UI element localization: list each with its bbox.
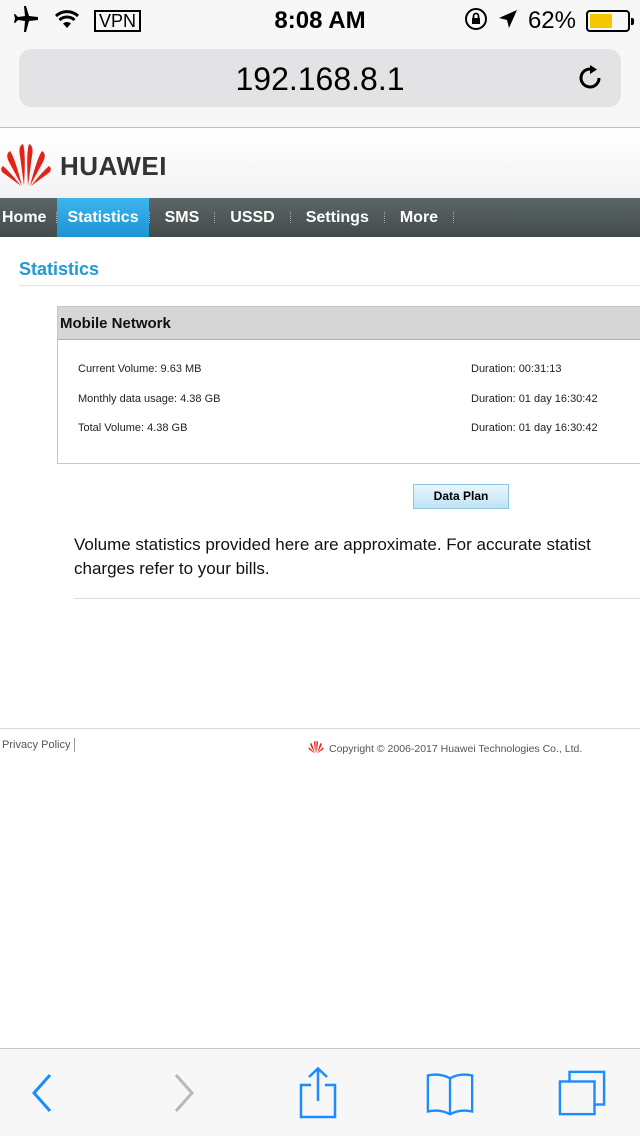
brand-name: HUAWEI [60, 151, 167, 181]
bookmarks-icon[interactable] [426, 1069, 474, 1117]
address-bar[interactable]: 192.168.8.1 [19, 49, 621, 107]
brand-header: HUAWEI [0, 130, 640, 198]
battery-icon [586, 10, 634, 32]
panel-heading: Mobile Network [58, 307, 640, 340]
huawei-small-logo-icon [307, 740, 325, 757]
status-bar: VPN 8:08 AM 62% [0, 0, 640, 42]
browser-url-area: 192.168.8.1 [0, 42, 640, 128]
reload-icon[interactable] [575, 63, 605, 93]
nav-settings[interactable]: Settings [291, 198, 384, 237]
note-divider [74, 598, 640, 599]
url-text[interactable]: 192.168.8.1 [19, 61, 621, 97]
mobile-network-panel: Mobile Network Current Volume: 9.63 MB D… [57, 306, 640, 464]
wifi-icon [54, 9, 80, 34]
vpn-badge: VPN [94, 10, 142, 32]
nav-more[interactable]: More [385, 198, 453, 237]
nav-home[interactable]: Home [0, 198, 56, 237]
privacy-policy-link[interactable]: Privacy Policy [2, 738, 76, 752]
airplane-icon [12, 5, 40, 37]
stat-row: Total Volume: 4.38 GB Duration: 01 day 1… [78, 422, 598, 434]
copyright-text: Copyright © 2006-2017 Huawei Technologie… [329, 742, 583, 755]
total-duration: Duration: 01 day 16:30:42 [471, 422, 598, 434]
volume-note: Volume statistics provided here are appr… [74, 533, 640, 581]
nav-statistics[interactable]: Statistics [57, 198, 149, 237]
battery-level [590, 14, 613, 28]
huawei-logo-icon [0, 142, 52, 188]
share-icon[interactable] [294, 1067, 342, 1119]
nav-sms[interactable]: SMS [150, 198, 215, 237]
browser-toolbar [0, 1048, 640, 1136]
note-line: Volume statistics provided here are appr… [74, 535, 591, 554]
page-title: Statistics [19, 259, 100, 279]
location-icon [498, 9, 518, 34]
note-line: charges refer to your bills. [74, 559, 270, 578]
current-volume: Current Volume: 9.63 MB [78, 363, 202, 375]
stat-row: Monthly data usage: 4.38 GB Duration: 01… [78, 393, 598, 405]
battery-percent: 62% [527, 7, 576, 34]
forward-icon[interactable] [160, 1069, 208, 1117]
footer-divider [0, 728, 640, 729]
copyright: Copyright © 2006-2017 Huawei Technologie… [307, 740, 582, 757]
stat-row: Current Volume: 9.63 MB Duration: 00:31:… [78, 363, 562, 375]
tabs-icon[interactable] [558, 1069, 606, 1117]
nav-ussd[interactable]: USSD [215, 198, 289, 237]
current-duration: Duration: 00:31:13 [471, 363, 562, 375]
total-volume: Total Volume: 4.38 GB [78, 422, 188, 434]
nav-separator [453, 212, 455, 223]
monthly-data-usage: Monthly data usage: 4.38 GB [78, 393, 221, 405]
rotation-lock-icon [464, 7, 488, 36]
main-nav: Home Statistics SMS USSD Settings More [0, 198, 640, 237]
monthly-duration: Duration: 01 day 16:30:42 [471, 393, 598, 405]
title-divider [19, 285, 640, 286]
data-plan-button[interactable]: Data Plan [413, 484, 509, 509]
back-icon[interactable] [18, 1069, 66, 1117]
